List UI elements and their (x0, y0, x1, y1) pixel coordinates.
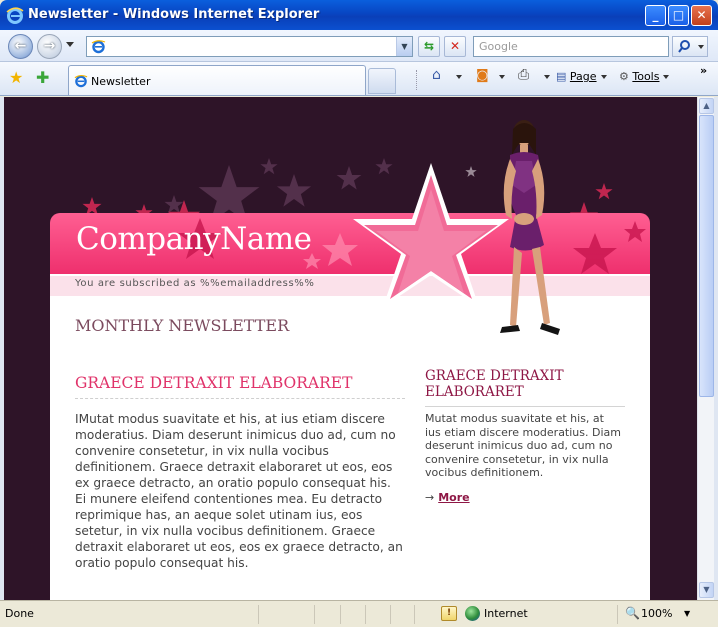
main-article-heading: GRAECE DETRAXIT ELABORARET (75, 374, 405, 399)
scroll-up-arrow-icon[interactable]: ▲ (699, 98, 714, 114)
main-article-body: IMutat modus suavitate et his, at ius et… (75, 412, 403, 570)
status-divider (365, 605, 366, 624)
protected-mode-icon[interactable]: ! (441, 606, 457, 621)
internet-zone-icon (465, 606, 480, 621)
sidebar-article-body: Mutat modus suavitate et his, at ius eti… (425, 412, 621, 479)
home-dropdown[interactable] (452, 70, 462, 83)
home-icon[interactable]: ⌂ (432, 67, 441, 83)
search-icon (678, 40, 704, 53)
page-viewport: CompanyName You are subscribed as %%emai… (4, 97, 697, 600)
history-dropdown-icon[interactable] (66, 42, 74, 47)
favorites-star-icon[interactable]: ★ (9, 68, 23, 87)
status-divider (414, 605, 415, 624)
back-button[interactable]: ← (8, 34, 33, 59)
status-divider (390, 605, 391, 624)
command-bar: ★ ✚ Newsletter ⌂ ◙ ⎙ ▤ Page ⚙ Tools » (0, 62, 718, 96)
ie-logo-icon (6, 7, 24, 24)
minimize-button[interactable]: _ (645, 5, 666, 26)
more-commands-chevron-icon[interactable]: » (700, 64, 707, 77)
zoom-level[interactable]: 100% (641, 607, 672, 620)
address-dropdown-icon[interactable]: ▼ (396, 37, 412, 56)
more-link[interactable]: More (438, 491, 469, 504)
page-menu-icon: ▤ (556, 70, 567, 83)
feeds-icon[interactable]: ◙ (476, 68, 489, 83)
scroll-down-arrow-icon[interactable]: ▼ (699, 582, 714, 598)
close-button[interactable]: ✕ (691, 5, 712, 26)
status-divider (617, 605, 618, 624)
page-icon (91, 40, 106, 54)
zoom-icon[interactable]: 🔍 (625, 606, 640, 620)
forward-button[interactable]: → (37, 34, 62, 59)
sidebar-article-heading: GRAECE DETRAXIT ELABORARET (425, 368, 625, 407)
vertical-scrollbar[interactable]: ▲ ▼ (697, 97, 714, 600)
woman-photo (500, 120, 560, 335)
newsletter-heading: MONTHLY NEWSLETTER (75, 316, 290, 335)
more-link-row: → More (425, 491, 470, 504)
stop-button[interactable]: ✕ (444, 36, 466, 57)
search-button[interactable] (672, 36, 708, 57)
arrow-right-icon: → (425, 491, 435, 504)
subscription-text: You are subscribed as %%emailaddress%% (75, 278, 315, 289)
status-divider (258, 605, 259, 624)
page-menu[interactable]: ▤ Page (556, 70, 607, 83)
add-favorites-icon[interactable]: ✚ (36, 68, 49, 87)
address-bar[interactable]: ▼ (86, 36, 413, 57)
tab-newsletter[interactable]: Newsletter (68, 65, 366, 95)
navigation-bar: ← → ▼ ⇆ ✕ Google (0, 30, 718, 62)
forward-arrow-icon: → (43, 38, 56, 54)
tools-menu-label: Tools (632, 70, 660, 83)
search-input[interactable]: Google (473, 36, 669, 57)
toolbar-grip (416, 70, 418, 90)
tools-menu[interactable]: ⚙ Tools (619, 70, 670, 83)
status-divider (340, 605, 341, 624)
page-menu-label: Page (569, 70, 597, 83)
status-divider (314, 605, 315, 624)
back-arrow-icon: ← (14, 38, 27, 54)
security-zone-label: Internet (484, 607, 528, 620)
window-title: Newsletter - Windows Internet Explorer (28, 7, 320, 22)
window-frame-right (714, 97, 718, 600)
print-icon[interactable]: ⎙ (518, 67, 529, 83)
new-tab-button[interactable] (368, 68, 396, 94)
title-bar: Newsletter - Windows Internet Explorer _… (0, 0, 718, 30)
status-bar: Done ! Internet 🔍 100% ▼ (0, 600, 718, 627)
scroll-thumb[interactable] (699, 115, 714, 397)
feeds-dropdown[interactable] (495, 70, 505, 83)
tab-label: Newsletter (91, 75, 151, 88)
refresh-button[interactable]: ⇆ (418, 36, 440, 57)
company-name: CompanyName (76, 221, 312, 257)
gear-icon: ⚙ (619, 70, 629, 83)
print-dropdown[interactable] (540, 70, 550, 83)
zoom-dropdown-icon[interactable]: ▼ (684, 609, 690, 618)
status-text: Done (5, 607, 34, 620)
maximize-button[interactable]: □ (668, 5, 689, 26)
tab-page-icon (74, 75, 88, 88)
